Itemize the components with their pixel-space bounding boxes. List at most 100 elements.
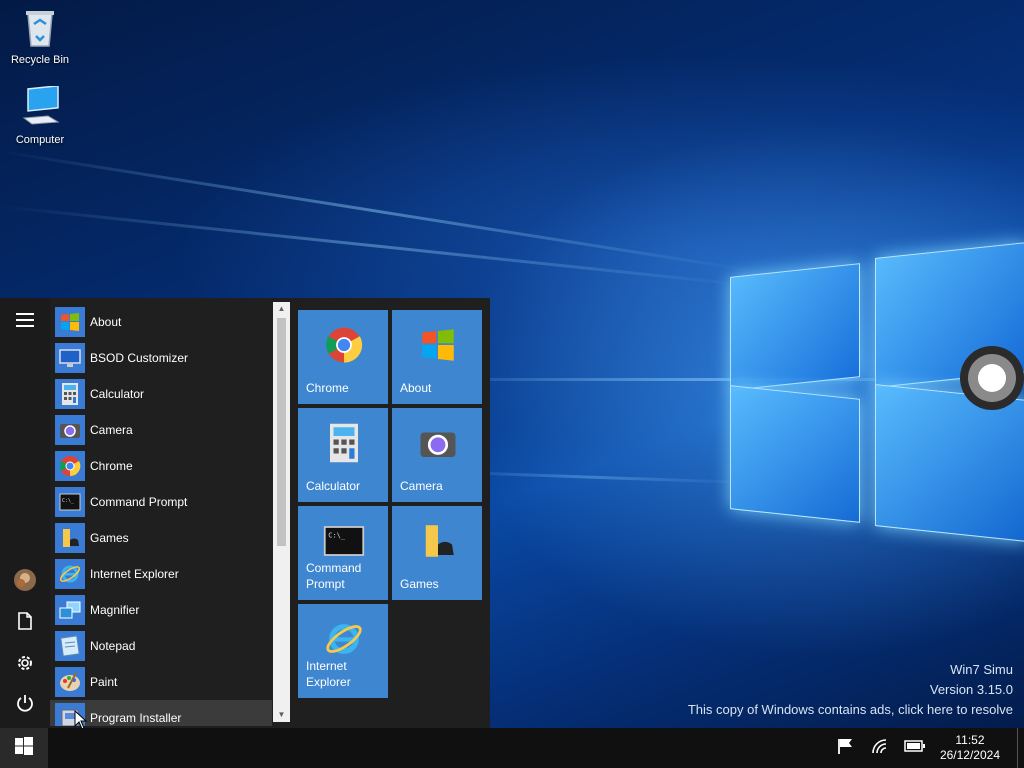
- app-item-notepad[interactable]: Notepad: [50, 628, 272, 664]
- battery-icon: [904, 739, 926, 757]
- user-account-button[interactable]: [0, 562, 50, 602]
- tile-games[interactable]: Games: [392, 506, 482, 600]
- app-item-bsod-customizer[interactable]: BSOD Customizer: [50, 340, 272, 376]
- scroll-down-arrow-icon[interactable]: ▼: [273, 708, 290, 722]
- power-icon: [16, 694, 34, 717]
- app-item-camera[interactable]: Camera: [50, 412, 272, 448]
- taskbar: 11:52 26/12/2024: [0, 728, 1024, 768]
- calculator-icon: [55, 379, 85, 409]
- computer-desktop-icon[interactable]: Computer: [2, 84, 78, 146]
- camera-icon: [417, 422, 459, 464]
- start-button[interactable]: [0, 728, 48, 768]
- games-folder-icon: [55, 523, 85, 553]
- system-clock[interactable]: 11:52 26/12/2024: [940, 733, 1000, 763]
- light-beam: [0, 205, 756, 288]
- tile-label: Calculator: [306, 479, 361, 493]
- app-item-games[interactable]: Games: [50, 520, 272, 556]
- documents-button[interactable]: [0, 603, 50, 643]
- watermark-product: Win7 Simu: [950, 662, 1013, 677]
- tile-label: Internet Explorer: [306, 658, 351, 690]
- tile-label: Command Prompt: [306, 560, 361, 592]
- tile-internet-explorer[interactable]: Internet Explorer: [298, 604, 388, 698]
- hamburger-menu-button[interactable]: [0, 302, 50, 342]
- app-item-label: Paint: [90, 675, 118, 689]
- svg-text:C:\_: C:\_: [328, 532, 346, 540]
- camera-icon: [55, 415, 85, 445]
- tile-command-prompt[interactable]: C:\_ Command Prompt: [298, 506, 388, 600]
- recycle-bin-icon: [18, 6, 62, 50]
- settings-button[interactable]: [0, 645, 50, 685]
- calculator-icon: [323, 422, 365, 464]
- notepad-icon: [55, 631, 85, 661]
- app-item-paint[interactable]: Paint: [50, 664, 272, 700]
- clock-time: 11:52: [955, 733, 985, 747]
- battery-button[interactable]: [902, 728, 928, 768]
- app-item-label: About: [90, 315, 122, 329]
- tile-label-line: Command: [306, 561, 362, 575]
- internet-explorer-icon: [323, 618, 365, 660]
- app-item-calculator[interactable]: Calculator: [50, 376, 272, 412]
- command-prompt-icon: C:\_: [323, 520, 365, 562]
- app-item-label: Games: [90, 531, 129, 545]
- app-item-label: BSOD Customizer: [90, 351, 189, 365]
- tile-calculator[interactable]: Calculator: [298, 408, 388, 502]
- network-button[interactable]: [868, 728, 892, 768]
- watermark-version: Version 3.15.0: [929, 682, 1013, 697]
- network-signal-icon: [871, 738, 889, 759]
- tile-label: Camera: [400, 479, 443, 493]
- tile-label: Games: [400, 577, 439, 591]
- magnifier-icon: [55, 595, 85, 625]
- tile-chrome[interactable]: Chrome: [298, 310, 388, 404]
- power-button[interactable]: [0, 685, 50, 725]
- tile-label: About: [400, 381, 432, 395]
- settings-gear-icon: [15, 653, 35, 678]
- documents-icon: [18, 611, 32, 635]
- hamburger-menu-icon: [16, 312, 34, 332]
- mouse-pointer-icon: [74, 709, 88, 730]
- scrollbar-thumb[interactable]: [277, 318, 286, 546]
- games-folder-icon: [417, 520, 459, 562]
- app-item-label: Camera: [90, 423, 133, 437]
- action-center-button[interactable]: [834, 728, 858, 768]
- windows-start-icon: [15, 736, 33, 760]
- tile-camera[interactable]: Camera: [392, 408, 482, 502]
- app-list: About BSOD Customizer Calculator Camera …: [50, 302, 272, 726]
- tile-label-line: Explorer: [306, 675, 351, 689]
- windows-flag-icon: [55, 307, 85, 337]
- app-item-label: Magnifier: [90, 603, 140, 617]
- scroll-up-arrow-icon[interactable]: ▲: [273, 302, 290, 316]
- internet-explorer-icon: [55, 559, 85, 589]
- start-menu: About BSOD Customizer Calculator Camera …: [0, 298, 490, 728]
- show-desktop-button[interactable]: [1017, 728, 1024, 768]
- app-item-label: Chrome: [90, 459, 133, 473]
- monitor-icon: [55, 343, 85, 373]
- paint-palette-icon: [55, 667, 85, 697]
- recycle-bin-desktop-icon[interactable]: Recycle Bin: [2, 6, 78, 66]
- action-center-flag-icon: [837, 737, 855, 760]
- light-beam: [0, 150, 751, 272]
- tile-label: Chrome: [306, 381, 349, 395]
- tile-about[interactable]: About: [392, 310, 482, 404]
- chrome-icon: [323, 324, 365, 366]
- app-item-label: Calculator: [90, 387, 145, 401]
- svg-text:C:\_: C:\_: [62, 498, 75, 504]
- user-avatar-icon: [14, 568, 36, 596]
- app-item-chrome[interactable]: Chrome: [50, 448, 272, 484]
- app-item-about[interactable]: About: [50, 304, 272, 340]
- activation-watermark[interactable]: Win7 Simu Version 3.15.0 This copy of Wi…: [688, 660, 1013, 720]
- computer-label: Computer: [15, 134, 65, 146]
- chrome-icon: [55, 451, 85, 481]
- clock-date: 26/12/2024: [939, 748, 1000, 762]
- app-item-label: Internet Explorer: [90, 567, 179, 581]
- app-item-label: Notepad: [90, 639, 136, 653]
- app-item-label: Program Installer: [90, 711, 182, 725]
- app-item-command-prompt[interactable]: C:\_ Command Prompt: [50, 484, 272, 520]
- recycle-bin-label: Recycle Bin: [10, 54, 70, 66]
- tile-label-line: Internet: [306, 659, 347, 673]
- touch-cursor-indicator: [960, 346, 1024, 410]
- command-prompt-icon: C:\_: [55, 487, 85, 517]
- watermark-ads-notice[interactable]: This copy of Windows contains ads, click…: [688, 700, 1013, 720]
- app-item-magnifier[interactable]: Magnifier: [50, 592, 272, 628]
- app-item-internet-explorer[interactable]: Internet Explorer: [50, 556, 272, 592]
- app-list-scrollbar[interactable]: ▲ ▼: [273, 302, 290, 722]
